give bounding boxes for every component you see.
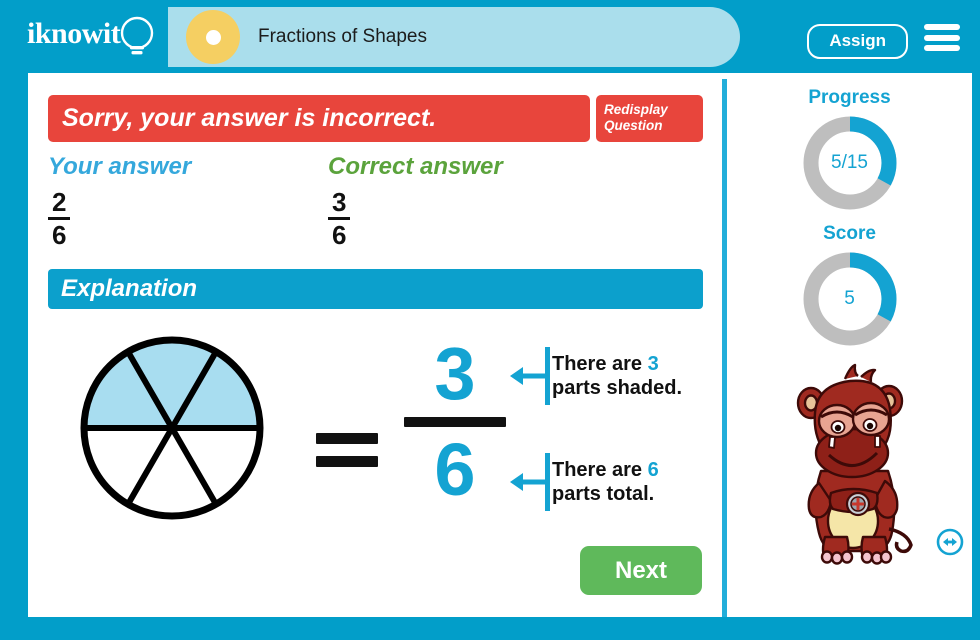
explanation-denominator: 6 — [434, 428, 476, 511]
frame-bottom-border — [0, 617, 980, 640]
frame-right-border — [972, 73, 980, 640]
explanation-banner-text: Explanation — [61, 275, 198, 302]
callout-bottom-prefix: There are — [552, 459, 648, 481]
lesson-badge-icon — [186, 10, 240, 64]
horizontal-resize-icon[interactable] — [935, 527, 965, 557]
callout-total-text: There are 6 parts total. — [552, 458, 659, 506]
correct-answer-block: Correct answer 3 6 — [328, 153, 503, 249]
content-stage: Sorry, your answer is incorrect. Redispl… — [28, 73, 972, 617]
your-answer-numerator: 2 — [52, 187, 67, 217]
question-panel: Sorry, your answer is incorrect. Redispl… — [28, 73, 722, 617]
score-meter: Score 5 — [727, 223, 972, 349]
redisplay-line-2: Question — [604, 117, 663, 133]
callout-top-prefix: There are — [552, 353, 648, 375]
callout-shaded-text: There are 3 parts shaded. — [552, 352, 682, 400]
result-banner: Sorry, your answer is incorrect. — [48, 95, 590, 142]
callout-total: There are 6 parts total. — [510, 451, 720, 513]
lesson-title: Fractions of Shapes — [258, 26, 427, 47]
equals-sign — [316, 433, 378, 467]
redisplay-line-1: Redisplay — [604, 102, 668, 117]
correct-answer-denominator: 6 — [332, 220, 347, 250]
hamburger-bar — [924, 45, 960, 51]
frame-left-border — [0, 73, 28, 640]
explanation-fraction: 3 6 — [400, 333, 510, 511]
lesson-title-pill: Fractions of Shapes — [168, 7, 740, 67]
lightbulb-icon — [120, 16, 154, 55]
progress-label: Progress — [808, 87, 891, 108]
callout-shaded: There are 3 parts shaded. — [510, 345, 720, 407]
explanation-fraction-bar — [404, 417, 506, 427]
sad-monkey-mascot — [796, 363, 913, 565]
callout-top-suffix: parts shaded. — [552, 377, 683, 399]
explanation-banner: Explanation — [48, 269, 703, 309]
progress-meter: Progress 5/15 — [727, 87, 972, 213]
left-arrow-icon — [510, 347, 550, 405]
lesson-badge-dot — [205, 29, 221, 45]
your-answer-label: Your answer — [48, 153, 192, 180]
your-answer-denominator: 6 — [52, 220, 67, 250]
explanation-body: 3 6 There are 3 parts shaded. There are … — [48, 323, 708, 553]
logo-text: iknowit — [27, 17, 121, 50]
hamburger-bar — [924, 34, 960, 41]
app-root: iknowit Fractions of Shapes Assign Sorry… — [0, 0, 980, 640]
score-value: 5 — [844, 288, 855, 309]
callout-top-number: 3 — [647, 353, 659, 375]
correct-answer-label: Correct answer — [328, 153, 503, 180]
app-header: iknowit Fractions of Shapes Assign — [0, 0, 980, 73]
your-answer-block: Your answer 2 6 — [48, 153, 191, 249]
hamburger-menu-icon[interactable] — [924, 24, 960, 51]
equals-bar — [316, 433, 378, 444]
your-answer-fraction: 2 6 — [48, 187, 71, 250]
status-sidebar: Progress 5/15 Score 5 — [727, 73, 972, 617]
equals-bar — [316, 456, 378, 467]
correct-answer-numerator: 3 — [332, 187, 347, 217]
redisplay-question-button[interactable]: Redisplay Question — [596, 95, 703, 142]
callout-bottom-number: 6 — [647, 459, 659, 481]
hamburger-bar — [924, 24, 960, 30]
assign-button[interactable]: Assign — [807, 24, 908, 59]
callout-bottom-suffix: parts total. — [552, 483, 655, 505]
result-banner-text: Sorry, your answer is incorrect. — [62, 104, 437, 132]
progress-value: 5/15 — [831, 152, 868, 173]
explanation-numerator: 3 — [434, 332, 476, 415]
score-label: Score — [823, 223, 876, 244]
score-ring: 5 — [800, 249, 900, 349]
correct-answer-fraction: 3 6 — [328, 187, 351, 250]
fraction-pie-chart — [80, 336, 264, 520]
iknowit-logo[interactable]: iknowit — [27, 14, 165, 62]
left-arrow-icon — [510, 453, 550, 511]
next-button[interactable]: Next — [580, 546, 702, 595]
progress-ring: 5/15 — [800, 113, 900, 213]
